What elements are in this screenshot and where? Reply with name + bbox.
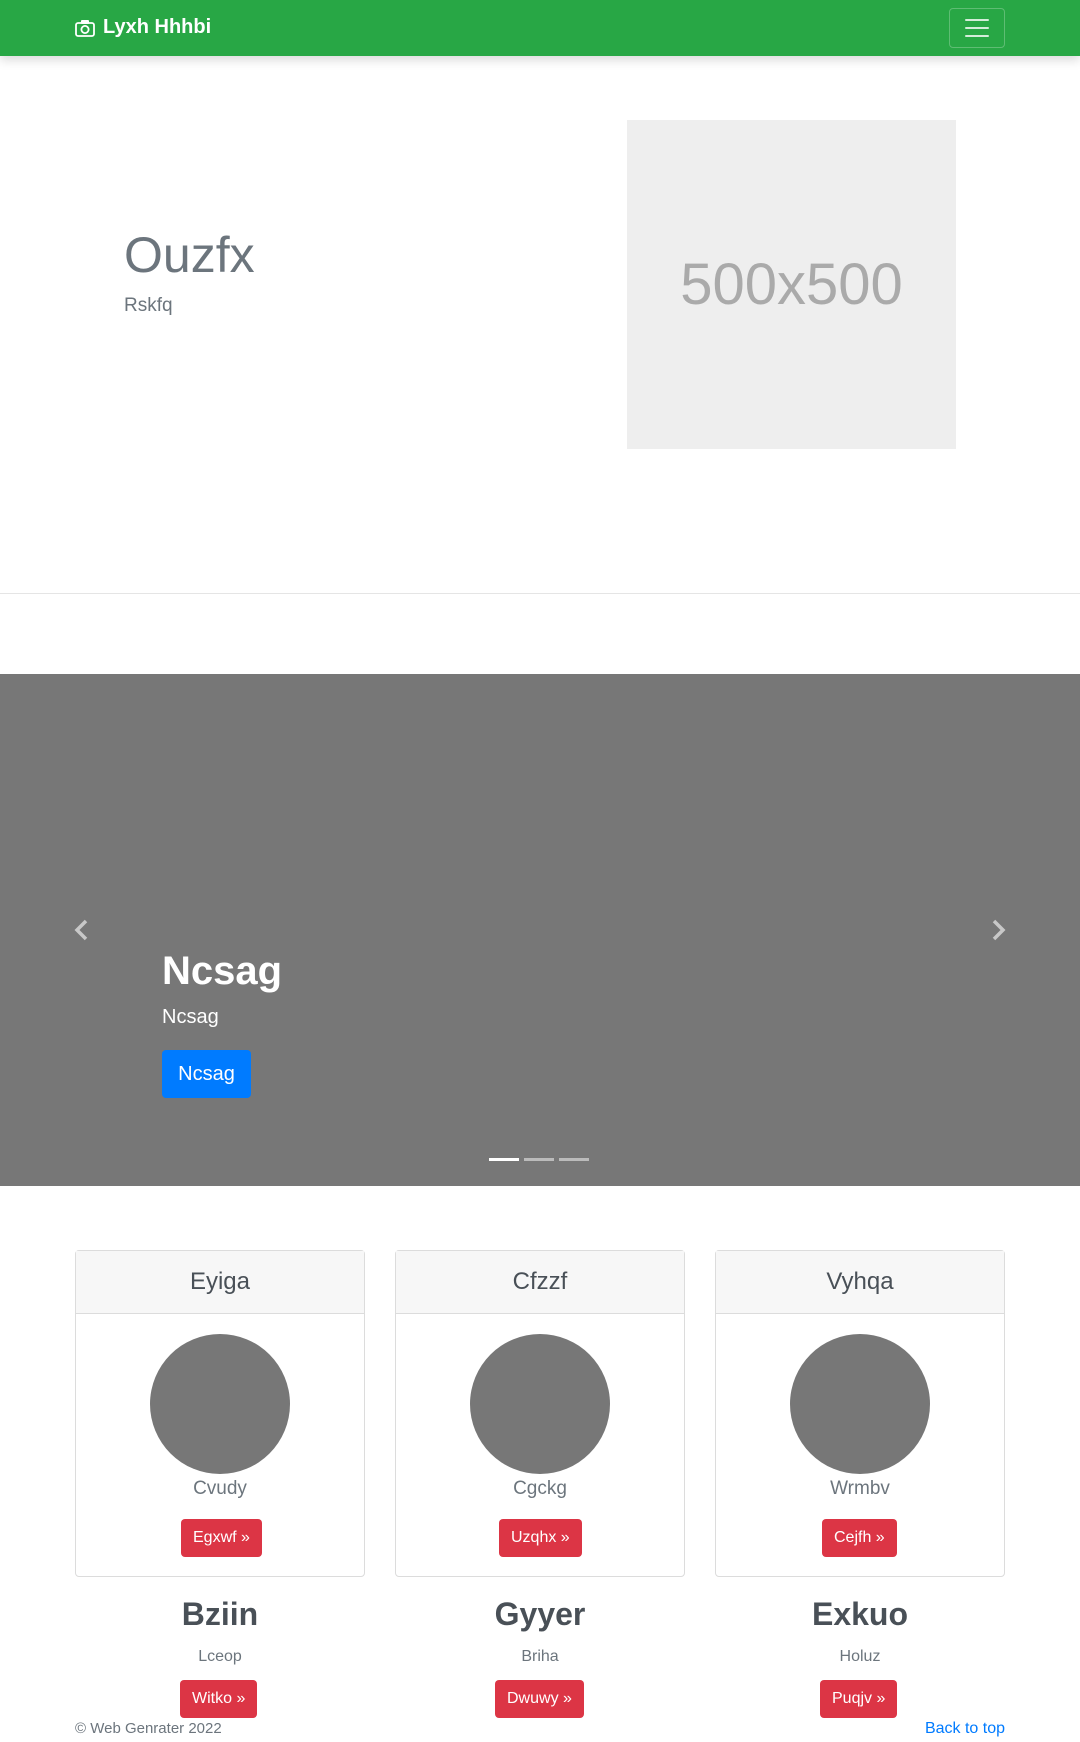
hero-image-placeholder: 500x500 [627,120,956,449]
carousel-indicator-2[interactable] [524,1158,554,1161]
card-button[interactable]: Cejfh » [822,1519,897,1557]
feature-title: Gyyer [494,1596,586,1632]
carousel: Ncsag Ncsag Ncsag [0,674,1080,1186]
footer-copyright: © Web Genrater 2022 [75,1720,222,1737]
feature-column: Bziin Lceop Witko » [75,1595,365,1718]
card-button[interactable]: Egxwf » [181,1519,262,1557]
feature-column: Exkuo Holuz Puqjv » [715,1595,1005,1718]
feature-subtitle: Lceop [198,1648,242,1665]
feature-button[interactable]: Dwuwy » [495,1680,584,1718]
card-header: Eyiga [76,1251,364,1314]
card-name: Cgckg [513,1478,567,1499]
placeholder-label: 500x500 [680,252,903,317]
chevron-right-icon[interactable] [988,918,1008,942]
brand-label: Lyxh Hhhbi [103,16,212,38]
feature-subtitle: Briha [521,1648,559,1665]
card-header: Vyhqa [716,1251,1004,1314]
card-header: Cfzzf [396,1251,684,1314]
card: Eyiga Cvudy Egxwf » [75,1250,365,1577]
card: Vyhqa Wrmbv Cejfh » [715,1250,1005,1577]
avatar [470,1334,610,1474]
feature-button[interactable]: Puqjv » [820,1680,898,1718]
carousel-caption-title: Ncsag [162,949,283,993]
carousel-indicators [489,1158,589,1161]
hero-title: Ouzfx [124,227,255,283]
hamburger-menu-icon [965,19,989,21]
feature-column: Gyyer Briha Dwuwy » [395,1595,685,1718]
card: Cfzzf Cgckg Uzqhx » [395,1250,685,1577]
carousel-caption-text: Ncsag [162,1006,219,1028]
hero-subtitle: Rskfq [124,295,173,316]
navbar-toggle-button[interactable] [949,8,1005,48]
chevron-left-icon[interactable] [72,918,92,942]
card-name: Wrmbv [830,1478,890,1499]
carousel-indicator-1[interactable] [489,1158,519,1161]
feature-title: Bziin [181,1596,259,1632]
navbar-brand[interactable]: Lyxh Hhhbi [75,16,211,39]
avatar [790,1334,930,1474]
card-name: Cvudy [193,1478,247,1499]
feature-title: Exkuo [811,1596,909,1632]
carousel-caption-button[interactable]: Ncsag [162,1050,251,1098]
back-to-top-link[interactable]: Back to top [925,1720,1005,1738]
card-button[interactable]: Uzqhx » [499,1519,582,1557]
carousel-indicator-3[interactable] [559,1158,589,1161]
feature-subtitle: Holuz [839,1648,881,1665]
section-divider [0,593,1080,594]
avatar [150,1334,290,1474]
feature-button[interactable]: Witko » [180,1680,258,1718]
camera-icon [75,19,95,37]
navbar: Lyxh Hhhbi [0,0,1080,56]
